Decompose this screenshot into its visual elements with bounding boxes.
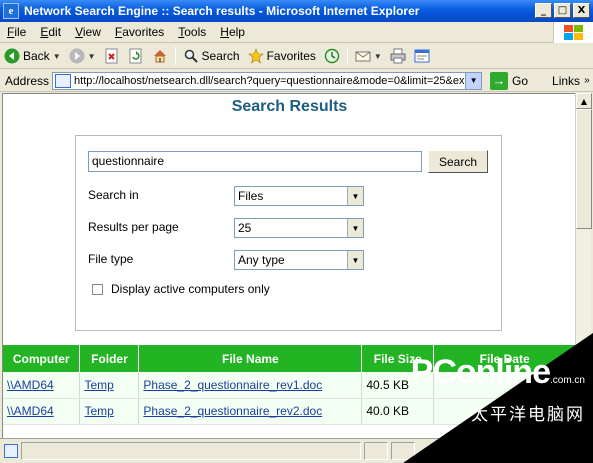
history-icon	[324, 48, 340, 64]
toolbar-separator	[174, 47, 176, 65]
chevron-down-icon[interactable]: ▼	[347, 187, 363, 205]
mail-icon	[355, 51, 371, 62]
page-title: Search Results	[231, 98, 348, 115]
address-url[interactable]: http://localhost/netsearch.dll/search?qu…	[74, 75, 464, 87]
watermark-chinese-text: 太平洋电脑网	[471, 405, 585, 424]
file-link[interactable]: Phase_2_questionnaire_rev1.doc	[143, 378, 322, 392]
watermark-domain: .com.cn	[549, 375, 585, 386]
computer-link[interactable]: \\AMD64	[7, 378, 54, 392]
active-computers-label: Display active computers only	[111, 282, 270, 296]
mail-button[interactable]: ▼	[351, 45, 386, 67]
column-header-file-name[interactable]: File Name	[138, 345, 363, 372]
menu-help[interactable]: Help	[213, 25, 252, 39]
search-submit-button[interactable]: Search	[428, 150, 488, 173]
column-header-computer[interactable]: Computer	[3, 345, 81, 372]
maximize-button[interactable]: □	[554, 3, 571, 18]
search-in-select[interactable]: Files ▼	[234, 186, 364, 206]
standard-toolbar: Back ▼ ▼ Search Favorites ▼	[0, 44, 593, 69]
active-computers-checkbox[interactable]	[92, 283, 103, 295]
ie-icon: e	[3, 3, 19, 19]
edit-page-icon	[414, 49, 430, 63]
address-label: Address	[5, 73, 50, 88]
stop-icon	[105, 48, 118, 64]
search-input[interactable]: questionnaire	[88, 151, 422, 172]
forward-button[interactable]: ▼	[65, 45, 100, 67]
search-form: questionnaire Search Search in Files ▼ R…	[75, 135, 502, 331]
star-icon	[247, 48, 264, 64]
folder-link[interactable]: Temp	[84, 404, 113, 418]
back-label: Back	[23, 49, 50, 63]
file-type-label: File type	[88, 252, 134, 266]
go-button[interactable]: → Go	[490, 71, 529, 90]
windows-logo-icon	[553, 22, 593, 43]
status-pane	[364, 442, 388, 460]
search-icon	[184, 49, 198, 63]
page-icon	[55, 73, 72, 88]
address-dropdown-button[interactable]: ▼	[465, 72, 482, 89]
chevron-right-icon[interactable]: »	[584, 75, 590, 86]
printer-icon	[390, 48, 406, 64]
links-button[interactable]: Links	[552, 74, 580, 88]
back-button[interactable]: Back ▼	[0, 45, 65, 67]
refresh-button[interactable]	[124, 45, 148, 67]
refresh-icon	[129, 48, 142, 64]
computer-link[interactable]: \\AMD64	[7, 404, 54, 418]
go-label: Go	[512, 73, 529, 88]
file-link[interactable]: Phase_2_questionnaire_rev2.doc	[143, 404, 322, 418]
column-header-folder[interactable]: Folder	[79, 345, 140, 372]
status-text-pane	[21, 442, 361, 460]
forward-arrow-icon	[69, 48, 85, 64]
search-button[interactable]: Search	[179, 45, 244, 67]
search-in-value: Files	[238, 189, 264, 203]
watermark-brand: PConline	[410, 353, 551, 391]
results-per-page-select[interactable]: 25 ▼	[234, 218, 364, 238]
file-type-select[interactable]: Any type ▼	[234, 250, 364, 270]
window-title: Network Search Engine :: Search results …	[24, 4, 420, 18]
folder-cell: Temp	[79, 372, 140, 399]
go-arrow-icon: →	[490, 71, 509, 90]
search-label: Search	[201, 49, 240, 63]
favorites-label: Favorites	[266, 49, 316, 63]
menu-view[interactable]: View	[68, 25, 108, 39]
pconline-watermark: PConline.com.cn 太平洋电脑网	[411, 355, 585, 425]
results-per-page-value: 25	[238, 221, 252, 235]
menu-bar: File Edit View Favorites Tools Help	[0, 22, 593, 43]
chevron-down-icon[interactable]: ▼	[88, 52, 96, 61]
favorites-button[interactable]: Favorites	[244, 45, 320, 67]
computer-cell: \\AMD64	[3, 372, 81, 399]
file-type-value: Any type	[238, 253, 285, 267]
computer-cell: \\AMD64	[3, 398, 81, 425]
file-name-cell: Phase_2_questionnaire_rev2.doc	[138, 398, 363, 425]
home-button[interactable]	[148, 45, 172, 67]
scroll-thumb[interactable]	[576, 109, 592, 229]
minimize-button[interactable]: _	[535, 3, 552, 18]
toolbar-separator	[346, 47, 348, 65]
edit-button[interactable]	[410, 45, 434, 67]
chevron-down-icon[interactable]: ▼	[347, 251, 363, 269]
folder-cell: Temp	[79, 398, 140, 425]
menu-edit[interactable]: Edit	[33, 25, 68, 39]
search-in-label: Search in	[88, 188, 139, 202]
close-button[interactable]: X	[573, 3, 590, 18]
page-status-icon	[4, 444, 18, 458]
chevron-down-icon[interactable]: ▼	[53, 52, 61, 61]
stop-button[interactable]	[100, 45, 124, 67]
print-button[interactable]	[386, 45, 410, 67]
chevron-down-icon[interactable]: ▼	[347, 219, 363, 237]
menu-favorites[interactable]: Favorites	[108, 25, 171, 39]
active-computers-option: Display active computers only	[92, 282, 270, 296]
file-name-cell: Phase_2_questionnaire_rev1.doc	[138, 372, 363, 399]
address-input[interactable]: http://localhost/netsearch.dll/search?qu…	[52, 71, 483, 90]
back-arrow-icon	[4, 48, 20, 64]
menu-tools[interactable]: Tools	[171, 25, 213, 39]
menu-file[interactable]: File	[0, 25, 33, 39]
home-icon	[153, 50, 166, 63]
scroll-up-button[interactable]: ▲	[576, 93, 592, 109]
folder-link[interactable]: Temp	[84, 378, 113, 392]
results-per-page-label: Results per page	[88, 220, 179, 234]
title-bar: e Network Search Engine :: Search result…	[0, 0, 593, 22]
address-bar: Address http://localhost/netsearch.dll/s…	[0, 70, 593, 92]
chevron-down-icon[interactable]: ▼	[374, 52, 382, 61]
history-button[interactable]	[320, 45, 344, 67]
